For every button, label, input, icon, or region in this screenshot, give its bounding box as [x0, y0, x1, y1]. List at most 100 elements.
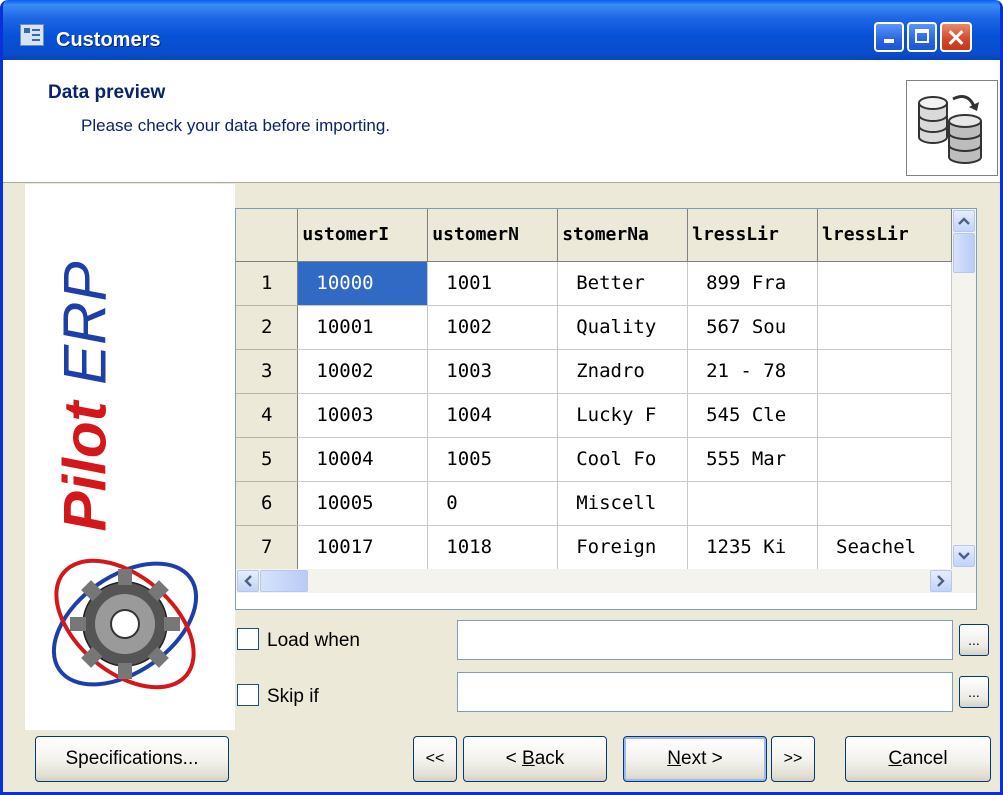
page-title: Data preview: [48, 82, 166, 103]
skip-if-label: Skip if: [267, 686, 319, 707]
table-cell[interactable]: [817, 393, 952, 438]
gear-logo-icon: [51, 558, 199, 690]
table-cell[interactable]: 1002: [427, 305, 559, 350]
table-cell[interactable]: 10004: [297, 437, 429, 482]
chevron-down-icon: [958, 552, 970, 560]
table-cell[interactable]: 1003: [427, 349, 559, 394]
row-number[interactable]: 4: [236, 393, 299, 438]
table-cell[interactable]: 1001: [427, 261, 559, 306]
table-cell[interactable]: 0: [427, 481, 559, 526]
back-prefix: <: [505, 748, 523, 769]
wizard-header: Data preview Please check your data befo…: [3, 60, 1000, 183]
table-cell[interactable]: Znadro: [557, 349, 689, 394]
brand-pilot: Pilot: [51, 401, 119, 532]
grid-footer-space: [236, 593, 976, 609]
table-cell[interactable]: 555 Mar: [687, 437, 819, 482]
chevron-up-icon: [958, 217, 970, 225]
table-cell[interactable]: Foreign: [557, 525, 689, 569]
table-row[interactable]: 1 10000 1001 Better 899 Fra: [236, 261, 952, 306]
brand-panel: Pilot ERP: [25, 184, 235, 730]
table-cell[interactable]: [817, 305, 952, 350]
data-table: ustomerI ustomerN stomerNa lressLir lres…: [236, 209, 952, 569]
maximize-button[interactable]: [907, 22, 937, 52]
scroll-right-button[interactable]: [930, 570, 952, 592]
table-cell[interactable]: 1018: [427, 525, 559, 569]
back-rest: ack: [534, 748, 565, 769]
table-cell[interactable]: Cool Fo: [557, 437, 689, 482]
row-number[interactable]: 3: [236, 349, 299, 394]
next-rest: ext >: [681, 748, 723, 769]
table-cell[interactable]: [687, 481, 819, 526]
next-button[interactable]: Next >: [623, 736, 767, 782]
scroll-left-button[interactable]: [237, 570, 259, 592]
table-cell[interactable]: 1005: [427, 437, 559, 482]
table-cell[interactable]: [817, 437, 952, 482]
table-cell[interactable]: Miscell: [557, 481, 689, 526]
minimize-button[interactable]: [874, 22, 904, 52]
column-header[interactable]: lressLir: [687, 209, 819, 262]
back-button[interactable]: < Back: [463, 736, 607, 782]
table-row[interactable]: 2 10001 1002 Quality 567 Sou: [236, 305, 952, 350]
table-cell[interactable]: 10017: [297, 525, 429, 569]
table-row[interactable]: 7 10017 1018 Foreign 1235 Ki Seachel: [236, 525, 952, 569]
column-header[interactable]: lressLir: [817, 209, 952, 262]
cancel-rest: ancel: [902, 748, 948, 769]
load-when-browse-button[interactable]: ...: [959, 624, 989, 656]
corner-cell[interactable]: [236, 209, 299, 262]
vertical-scroll-thumb[interactable]: [953, 233, 975, 273]
row-number[interactable]: 1: [236, 261, 299, 306]
table-cell[interactable]: Lucky F: [557, 393, 689, 438]
column-header[interactable]: stomerNa: [557, 209, 689, 262]
table-row[interactable]: 4 10003 1004 Lucky F 545 Cle: [236, 393, 952, 438]
column-header[interactable]: ustomerI: [297, 209, 429, 262]
horizontal-scroll-thumb[interactable]: [260, 570, 308, 592]
table-cell[interactable]: 899 Fra: [687, 261, 819, 306]
table-cell[interactable]: Better: [557, 261, 689, 306]
table-cell[interactable]: [817, 349, 952, 394]
chevron-left-icon: [244, 575, 252, 587]
cancel-button[interactable]: Cancel: [845, 736, 991, 782]
table-cell[interactable]: 567 Sou: [687, 305, 819, 350]
horizontal-scrollbar[interactable]: [236, 569, 976, 593]
skip-if-browse-button[interactable]: ...: [959, 676, 989, 708]
skip-if-input[interactable]: [457, 672, 953, 712]
row-number[interactable]: 5: [236, 437, 299, 482]
table-cell[interactable]: [817, 481, 952, 526]
load-when-label: Load when: [267, 630, 360, 651]
specifications-button[interactable]: Specifications...: [35, 736, 229, 782]
load-when-checkbox[interactable]: [237, 628, 259, 650]
table-row[interactable]: 6 10005 0 Miscell: [236, 481, 952, 526]
table-cell[interactable]: 1235 Ki: [687, 525, 819, 569]
skip-if-checkbox[interactable]: [237, 684, 259, 706]
table-cell[interactable]: Seachel: [817, 525, 952, 569]
scroll-up-button[interactable]: [953, 210, 975, 232]
table-cell[interactable]: 10001: [297, 305, 429, 350]
table-row[interactable]: 5 10004 1005 Cool Fo 555 Mar: [236, 437, 952, 482]
table-cell[interactable]: 10002: [297, 349, 429, 394]
vertical-scrollbar[interactable]: [952, 209, 976, 569]
app-icon[interactable]: [20, 24, 44, 46]
table-row[interactable]: 3 10002 1003 Znadro 21 - 78: [236, 349, 952, 394]
table-cell[interactable]: 21 - 78: [687, 349, 819, 394]
close-button[interactable]: [940, 22, 972, 52]
row-number[interactable]: 6: [236, 481, 299, 526]
column-header[interactable]: ustomerN: [427, 209, 559, 262]
row-number[interactable]: 7: [236, 525, 299, 569]
cancel-accel: C: [888, 748, 903, 769]
table-cell[interactable]: 1004: [427, 393, 559, 438]
scroll-down-button[interactable]: [953, 545, 975, 567]
table-cell[interactable]: Quality: [557, 305, 689, 350]
title-bar[interactable]: Customers: [3, 0, 1000, 60]
table-cell-selected[interactable]: 10000: [297, 261, 429, 306]
table-cell[interactable]: 545 Cle: [687, 393, 819, 438]
database-import-icon: [906, 80, 998, 176]
next-accel: N: [667, 748, 681, 769]
row-number[interactable]: 2: [236, 305, 299, 350]
load-when-input[interactable]: [457, 620, 953, 660]
table-cell[interactable]: 10005: [297, 481, 429, 526]
table-cell[interactable]: [817, 261, 952, 306]
data-preview-grid[interactable]: ustomerI ustomerN stomerNa lressLir lres…: [235, 208, 977, 610]
table-cell[interactable]: 10003: [297, 393, 429, 438]
first-page-button[interactable]: <<: [413, 736, 457, 782]
last-page-button[interactable]: >>: [771, 736, 815, 782]
